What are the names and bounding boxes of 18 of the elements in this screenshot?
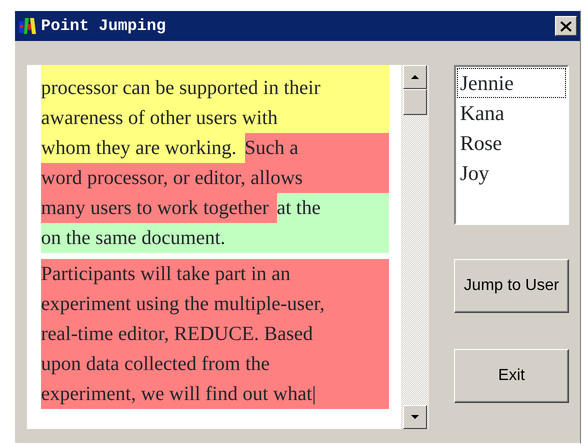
exit-button[interactable]: Exit: [454, 349, 569, 403]
text-editor[interactable]: [27, 65, 401, 429]
up-arrow-icon: [411, 75, 419, 79]
user-list-item[interactable]: Jennie: [457, 68, 566, 98]
window-title: Point Jumping: [41, 16, 166, 37]
close-icon: [560, 20, 572, 32]
user-list-item[interactable]: Rose: [457, 128, 566, 158]
user-list-item[interactable]: Kana: [457, 98, 566, 128]
user-list-item[interactable]: Joy: [457, 158, 566, 188]
down-arrow-icon: [411, 415, 419, 419]
close-button[interactable]: [555, 16, 577, 36]
app-icon: [19, 16, 37, 36]
scroll-thumb[interactable]: [403, 89, 427, 115]
jump-to-user-button[interactable]: Jump to User: [454, 259, 569, 313]
scroll-up-button[interactable]: [403, 65, 427, 89]
scrollbar[interactable]: [401, 65, 429, 429]
user-list[interactable]: Jennie Kana Rose Joy: [454, 65, 569, 225]
scroll-down-button[interactable]: [403, 405, 427, 429]
